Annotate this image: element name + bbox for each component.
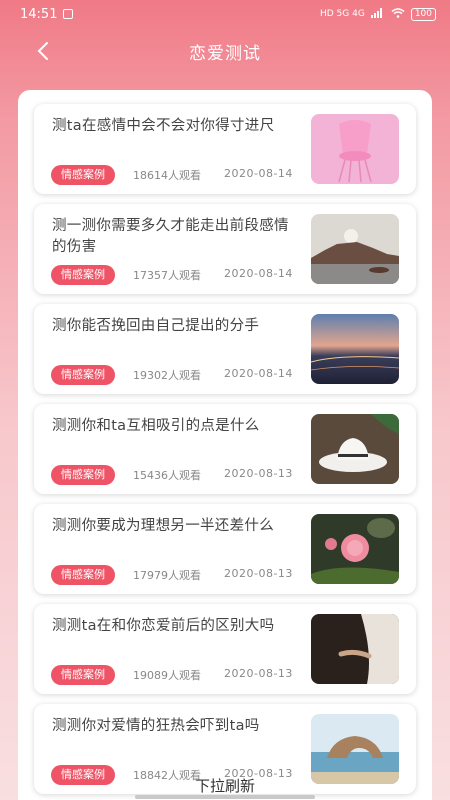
article-card[interactable]: 测ta在感情中会不会对你得寸进尺 情感案例 18614人观看 2020-08-1… bbox=[34, 104, 416, 194]
chevron-left-icon bbox=[37, 42, 48, 60]
signal-icon bbox=[370, 7, 385, 21]
article-title: 测ta在感情中会不会对你得寸进尺 bbox=[52, 118, 275, 134]
white-hat-icon bbox=[311, 414, 399, 484]
article-title: 测你能否挽回由自己提出的分手 bbox=[52, 318, 260, 334]
pull-to-refresh-hint: 下拉刷新 bbox=[194, 777, 255, 795]
article-card[interactable]: 测你能否挽回由自己提出的分手 情感案例 19302人观看 2020-08-14 bbox=[34, 304, 416, 394]
article-title: 测一测你需要多久才能走出前段感情的伤害 bbox=[52, 218, 289, 255]
article-thumbnail bbox=[311, 414, 399, 484]
couple-hands-icon bbox=[311, 614, 399, 684]
publish-date: 2020-08-13 bbox=[224, 567, 293, 580]
notification-dot-icon bbox=[63, 9, 74, 19]
network-indicators: HD 5G 4G bbox=[319, 9, 365, 19]
category-tag: 情感案例 bbox=[51, 465, 115, 485]
status-bar: 14:51 HD 5G 4G 100 bbox=[0, 0, 450, 28]
pink-flower-icon bbox=[311, 514, 399, 584]
article-card[interactable]: 测测ta在和你恋爱前后的区别大吗 情感案例 19089人观看 2020-08-1… bbox=[34, 604, 416, 694]
article-title: 测测你和ta互相吸引的点是什么 bbox=[52, 418, 260, 434]
publish-date: 2020-08-14 bbox=[224, 267, 293, 280]
article-thumbnail bbox=[311, 314, 399, 384]
view-count: 19089人观看 bbox=[133, 669, 201, 682]
pink-chair-icon bbox=[311, 114, 399, 184]
back-button[interactable] bbox=[28, 36, 58, 66]
article-thumbnail bbox=[311, 714, 399, 784]
home-indicator bbox=[135, 795, 315, 799]
sea-arch-icon bbox=[311, 714, 399, 784]
seaside-sunset-icon bbox=[311, 214, 399, 284]
publish-date: 2020-08-13 bbox=[224, 467, 293, 480]
publish-date: 2020-08-14 bbox=[224, 167, 293, 180]
category-tag: 情感案例 bbox=[51, 165, 115, 185]
city-dusk-icon bbox=[311, 314, 399, 384]
status-time: 14:51 bbox=[20, 6, 58, 22]
page-title: 恋爱测试 bbox=[189, 43, 261, 64]
nav-bar: 恋爱测试 bbox=[0, 28, 450, 74]
article-card[interactable]: 测测你和ta互相吸引的点是什么 情感案例 15436人观看 2020-08-13 bbox=[34, 404, 416, 494]
view-count: 18614人观看 bbox=[133, 169, 201, 182]
wifi-icon bbox=[391, 7, 405, 21]
category-tag: 情感案例 bbox=[51, 365, 115, 385]
article-title: 测测ta在和你恋爱前后的区别大吗 bbox=[52, 618, 275, 634]
article-title: 测测你对爱情的狂热会吓到ta吗 bbox=[52, 718, 260, 734]
view-count: 17357人观看 bbox=[133, 269, 201, 282]
article-thumbnail bbox=[311, 114, 399, 184]
category-tag: 情感案例 bbox=[51, 665, 115, 685]
category-tag: 情感案例 bbox=[51, 565, 115, 585]
view-count: 17979人观看 bbox=[133, 569, 201, 582]
article-thumbnail bbox=[311, 214, 399, 284]
battery-icon: 100 bbox=[410, 7, 436, 21]
view-count: 19302人观看 bbox=[133, 369, 201, 382]
article-title: 测测你要成为理想另一半还差什么 bbox=[52, 518, 274, 534]
publish-date: 2020-08-13 bbox=[224, 667, 293, 680]
article-card[interactable]: 测一测你需要多久才能走出前段感情的伤害 情感案例 17357人观看 2020-0… bbox=[34, 204, 416, 294]
article-thumbnail bbox=[311, 614, 399, 684]
publish-date: 2020-08-14 bbox=[224, 367, 293, 380]
article-thumbnail bbox=[311, 514, 399, 584]
view-count: 15436人观看 bbox=[133, 469, 201, 482]
category-tag: 情感案例 bbox=[51, 265, 115, 285]
article-card[interactable]: 测测你要成为理想另一半还差什么 情感案例 17979人观看 2020-08-13 bbox=[34, 504, 416, 594]
